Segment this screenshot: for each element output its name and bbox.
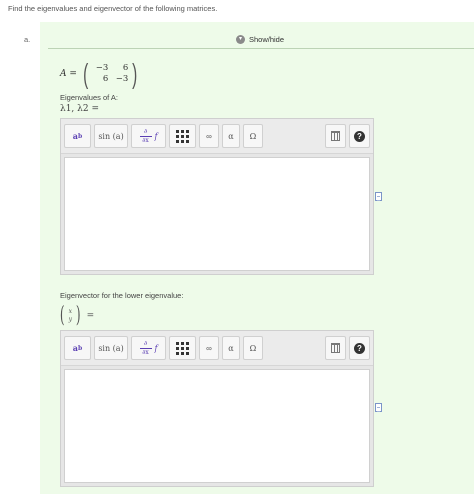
help-icon: ? bbox=[354, 130, 365, 142]
vector-entry: y bbox=[68, 316, 72, 323]
matrix-button[interactable] bbox=[169, 336, 196, 360]
infinity-button[interactable]: ∞ bbox=[199, 336, 219, 360]
matrix-button[interactable] bbox=[169, 124, 196, 148]
answer-input[interactable] bbox=[64, 369, 370, 483]
left-paren: ( bbox=[59, 303, 65, 328]
matrix-definition: A = ( −3 6 6 −3 ) bbox=[60, 58, 140, 90]
infinity-button[interactable]: ∞ bbox=[199, 124, 219, 148]
answer-input[interactable] bbox=[64, 157, 370, 271]
answer-panel: ▾ Show/hide A = ( −3 6 6 −3 ) Eigenvalue… bbox=[40, 22, 474, 494]
deriv-top: ∂ bbox=[143, 127, 148, 135]
alpha-button[interactable]: α bbox=[222, 124, 240, 148]
question-text: Find the eigenvalues and eigenvector of … bbox=[8, 4, 218, 13]
superscript-exp: b bbox=[77, 132, 83, 140]
matrix-cell: −3 bbox=[95, 63, 109, 73]
clear-button[interactable] bbox=[325, 124, 346, 148]
part-label: a. bbox=[24, 35, 31, 44]
clear-button[interactable] bbox=[325, 336, 346, 360]
superscript-exp: b bbox=[77, 344, 83, 352]
matrix-lhs: A = bbox=[60, 69, 77, 79]
document-icon[interactable] bbox=[375, 192, 382, 201]
right-paren: ) bbox=[132, 58, 138, 89]
derivative-button[interactable]: ∂ ∂x f bbox=[131, 124, 166, 148]
trash-icon bbox=[331, 131, 340, 141]
deriv-f: f bbox=[154, 131, 158, 141]
eigenvector-label: Eigenvector for the lower eigenvalue: bbox=[60, 291, 184, 300]
superscript-button[interactable]: ab bbox=[64, 124, 91, 148]
deriv-bottom: ∂x bbox=[142, 136, 149, 144]
show-hide-toggle[interactable]: ▾ Show/hide bbox=[236, 33, 284, 45]
help-icon: ? bbox=[354, 342, 365, 354]
trash-icon bbox=[331, 343, 340, 353]
editor-toolbar: ab sin (a) ∂ ∂x f ∞ α Ω ? bbox=[61, 331, 373, 366]
panel-divider bbox=[48, 48, 474, 49]
omega-button[interactable]: Ω bbox=[243, 336, 263, 360]
editor-toolbar: ab sin (a) ∂ ∂x f ∞ α Ω ? bbox=[61, 119, 373, 154]
matrix-cell: 6 bbox=[102, 74, 109, 84]
matrix-icon bbox=[176, 341, 189, 355]
right-paren: ) bbox=[75, 303, 81, 328]
deriv-top: ∂ bbox=[143, 339, 148, 347]
matrix-grid: −3 6 6 −3 bbox=[90, 63, 130, 85]
vector-entry: x bbox=[68, 308, 72, 315]
eigenvalues-math: λ1, λ2 = bbox=[60, 104, 99, 114]
show-hide-label: Show/hide bbox=[249, 34, 285, 44]
deriv-f: f bbox=[154, 343, 158, 353]
vector-equals: = bbox=[86, 311, 95, 321]
eigenvalues-label: Eigenvalues of A: bbox=[60, 93, 118, 102]
math-editor-eigenvalues: ab sin (a) ∂ ∂x f ∞ α Ω ? bbox=[60, 118, 374, 275]
superscript-button[interactable]: ab bbox=[64, 336, 91, 360]
matrix-icon bbox=[176, 129, 189, 143]
matrix-cell: −3 bbox=[115, 74, 129, 84]
math-editor-eigenvector: ab sin (a) ∂ ∂x f ∞ α Ω ? bbox=[60, 330, 374, 487]
alpha-button[interactable]: α bbox=[222, 336, 240, 360]
deriv-bottom: ∂x bbox=[142, 348, 149, 356]
help-button[interactable]: ? bbox=[349, 336, 370, 360]
chevron-icon: ▾ bbox=[236, 34, 245, 44]
help-button[interactable]: ? bbox=[349, 124, 370, 148]
sin-button[interactable]: sin (a) bbox=[94, 336, 128, 360]
sin-button[interactable]: sin (a) bbox=[94, 124, 128, 148]
left-paren: ( bbox=[83, 58, 89, 89]
omega-button[interactable]: Ω bbox=[243, 124, 263, 148]
derivative-button[interactable]: ∂ ∂x f bbox=[131, 336, 166, 360]
matrix-cell: 6 bbox=[122, 63, 129, 73]
document-icon[interactable] bbox=[375, 403, 382, 412]
eigenvector-expression: ( x y ) = bbox=[58, 302, 94, 330]
